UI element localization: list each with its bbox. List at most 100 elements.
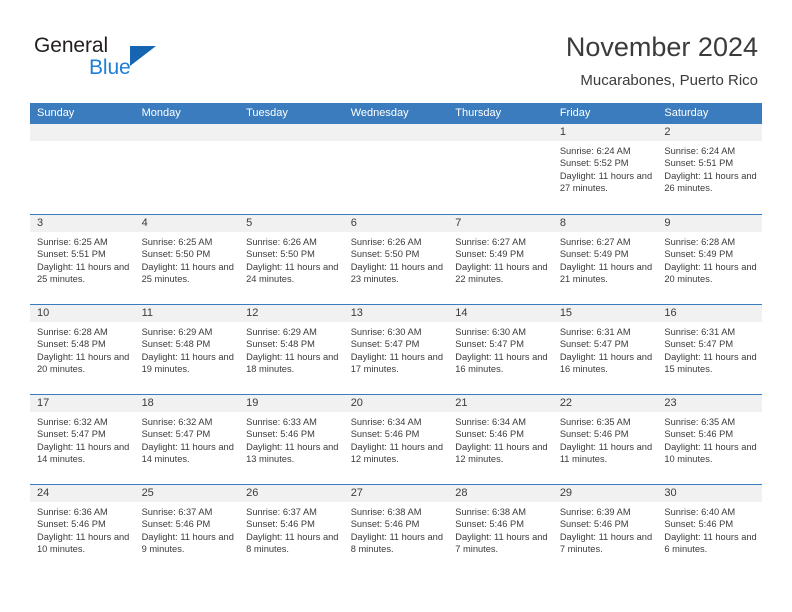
sunset-text: Sunset: 5:47 PM [559,339,629,350]
day-cell-12[interactable]: 12 Sunrise: 6:29 AM Sunset: 5:48 PM Dayligh… [239,305,344,394]
calendar-week-row: 24 Sunrise: 6:36 AM Sunset: 5:46 PM Dayligh… [30,484,762,574]
day-number: 1 [552,124,658,141]
day-details: Sunrise: 6:24 AM Sunset: 5:51 PM Daylight:… [657,141,762,195]
day-number: 19 [239,395,344,412]
sunrise-text: Sunrise: 6:24 AM [664,146,736,156]
daylight-text: Daylight: 11 hours and 6 minutes. [664,531,757,555]
daylight-text: Daylight: 11 hours and 12 minutes. [350,441,444,465]
day-number: 21 [448,395,553,412]
daylight-text: Daylight: 11 hours and 10 minutes. [37,531,130,555]
sunset-text: Sunset: 5:47 PM [37,429,106,440]
day-cell-9[interactable]: 9 Sunrise: 6:28 AM Sunset: 5:49 PM Daylight… [657,215,762,304]
day-number: 24 [30,485,135,502]
daylight-text: Daylight: 11 hours and 26 minutes. [664,170,757,194]
day-cell-14[interactable]: 14 Sunrise: 6:30 AM Sunset: 5:47 PM Dayligh… [448,305,553,394]
sunrise-text: Sunrise: 6:24 AM [559,146,631,156]
title-block: November 2024 Mucarabones, Puerto Rico [566,30,758,90]
day-cell-1[interactable]: 1 Sunrise: 6:24 AM Sunset: 5:52 PM Daylight… [552,124,658,213]
day-cell-21[interactable]: 21 Sunrise: 6:34 AM Sunset: 5:46 PM Dayligh… [448,395,553,484]
day-cell-27[interactable]: 27 Sunrise: 6:38 AM Sunset: 5:46 PM Dayligh… [343,485,449,574]
day-cell-4[interactable]: 4 Sunrise: 6:25 AM Sunset: 5:50 PM Daylight… [134,215,240,304]
day-cell-3[interactable]: 3 Sunrise: 6:25 AM Sunset: 5:51 PM Daylight… [30,215,135,304]
day-cell-empty [30,124,135,213]
daylight-text: Daylight: 11 hours and 8 minutes. [246,531,339,555]
sunrise-text: Sunrise: 6:34 AM [350,417,422,427]
day-cell-empty [134,124,240,213]
day-details: Sunrise: 6:36 AM Sunset: 5:46 PM Daylight:… [30,502,135,556]
daylight-text: Daylight: 11 hours and 8 minutes. [350,531,444,555]
day-cell-30[interactable]: 30 Sunrise: 6:40 AM Sunset: 5:46 PM Dayligh… [657,485,762,574]
sunrise-text: Sunrise: 6:26 AM [350,237,422,247]
sunset-text: Sunset: 5:50 PM [141,249,211,260]
day-cell-22[interactable]: 22 Sunrise: 6:35 AM Sunset: 5:46 PM Dayligh… [552,395,658,484]
day-details: Sunrise: 6:29 AM Sunset: 5:48 PM Daylight:… [239,322,344,376]
daylight-text: Daylight: 11 hours and 16 minutes. [559,351,653,375]
day-details: Sunrise: 6:25 AM Sunset: 5:51 PM Daylight:… [30,232,135,286]
day-number [239,124,344,141]
day-number [448,124,553,141]
day-cell-6[interactable]: 6 Sunrise: 6:26 AM Sunset: 5:50 PM Daylight… [343,215,449,304]
calendar-grid: Sunday Monday Tuesday Wednesday Thursday Frid… [30,103,762,574]
sunrise-text: Sunrise: 6:34 AM [455,417,527,427]
day-cell-10[interactable]: 10 Sunrise: 6:28 AM Sunset: 5:48 PM Dayligh… [30,305,135,394]
day-cell-16[interactable]: 16 Sunrise: 6:31 AM Sunset: 5:47 PM Dayligh… [657,305,762,394]
day-cell-5[interactable]: 5 Sunrise: 6:26 AM Sunset: 5:50 PM Daylight… [239,215,344,304]
sunrise-text: Sunrise: 6:31 AM [559,327,631,337]
daylight-text: Daylight: 11 hours and 9 minutes. [141,531,234,555]
day-details: Sunrise: 6:40 AM Sunset: 5:46 PM Daylight:… [657,502,762,556]
sunset-text: Sunset: 5:48 PM [141,339,211,350]
sunrise-text: Sunrise: 6:28 AM [37,327,108,337]
sunrise-text: Sunrise: 6:35 AM [559,417,631,427]
day-number: 14 [448,305,553,322]
day-cell-25[interactable]: 25 Sunrise: 6:37 AM Sunset: 5:46 PM Dayligh… [134,485,240,574]
weekday-header-friday: Friday [559,107,591,119]
daylight-text: Daylight: 11 hours and 24 minutes. [246,261,339,285]
day-cell-20[interactable]: 20 Sunrise: 6:34 AM Sunset: 5:46 PM Dayligh… [343,395,449,484]
day-cell-15[interactable]: 15 Sunrise: 6:31 AM Sunset: 5:47 PM Dayligh… [552,305,658,394]
day-details [344,141,449,145]
day-number: 16 [657,305,762,322]
day-cell-24[interactable]: 24 Sunrise: 6:36 AM Sunset: 5:46 PM Dayligh… [30,485,135,574]
daylight-text: Daylight: 11 hours and 16 minutes. [455,351,548,375]
sunrise-text: Sunrise: 6:40 AM [664,507,736,517]
day-number: 5 [239,215,344,232]
sunrise-text: Sunrise: 6:28 AM [664,237,736,247]
day-cell-13[interactable]: 13 Sunrise: 6:30 AM Sunset: 5:47 PM Dayligh… [343,305,449,394]
sunset-text: Sunset: 5:50 PM [350,249,420,260]
day-cell-17[interactable]: 17 Sunrise: 6:32 AM Sunset: 5:47 PM Dayligh… [30,395,135,484]
weekday-header-sunday: Sunday [37,107,75,119]
day-cell-29[interactable]: 29 Sunrise: 6:39 AM Sunset: 5:46 PM Dayligh… [552,485,658,574]
sunset-text: Sunset: 5:48 PM [37,339,106,350]
sunset-text: Sunset: 5:46 PM [559,519,629,530]
sunset-text: Sunset: 5:49 PM [559,249,629,260]
day-details: Sunrise: 6:39 AM Sunset: 5:46 PM Daylight:… [553,502,658,556]
day-cell-28[interactable]: 28 Sunrise: 6:38 AM Sunset: 5:46 PM Dayligh… [448,485,553,574]
day-details: Sunrise: 6:32 AM Sunset: 5:47 PM Daylight:… [135,412,240,466]
sunrise-text: Sunrise: 6:25 AM [141,237,213,247]
daylight-text: Daylight: 11 hours and 13 minutes. [246,441,339,465]
sunset-text: Sunset: 5:46 PM [350,519,420,530]
day-cell-23[interactable]: 23 Sunrise: 6:35 AM Sunset: 5:46 PM Dayligh… [657,395,762,484]
day-cell-11[interactable]: 11 Sunrise: 6:29 AM Sunset: 5:48 PM Dayligh… [134,305,240,394]
day-number [134,124,240,141]
day-cell-18[interactable]: 18 Sunrise: 6:32 AM Sunset: 5:47 PM Dayligh… [134,395,240,484]
daylight-text: Daylight: 11 hours and 25 minutes. [141,261,234,285]
day-number: 28 [448,485,553,502]
sunset-text: Sunset: 5:51 PM [664,158,734,169]
logo-text-blue: Blue [89,56,131,79]
day-details: Sunrise: 6:25 AM Sunset: 5:50 PM Daylight:… [135,232,240,286]
day-cell-2[interactable]: 2 Sunrise: 6:24 AM Sunset: 5:51 PM Daylight… [657,124,762,213]
day-cell-26[interactable]: 26 Sunrise: 6:37 AM Sunset: 5:46 PM Dayligh… [239,485,344,574]
day-cell-8[interactable]: 8 Sunrise: 6:27 AM Sunset: 5:49 PM Daylight… [552,215,658,304]
sunset-text: Sunset: 5:46 PM [559,429,629,440]
sunset-text: Sunset: 5:48 PM [246,339,315,350]
sunrise-text: Sunrise: 6:33 AM [246,417,317,427]
sunrise-text: Sunrise: 6:27 AM [559,237,631,247]
general-blue-logo[interactable]: General Blue [34,33,174,83]
weekday-header-thursday: Thursday [455,107,502,119]
sunset-text: Sunset: 5:47 PM [350,339,420,350]
day-number: 8 [552,215,658,232]
day-cell-7[interactable]: 7 Sunrise: 6:27 AM Sunset: 5:49 PM Daylight… [448,215,553,304]
day-cell-19[interactable]: 19 Sunrise: 6:33 AM Sunset: 5:46 PM Dayligh… [239,395,344,484]
sunset-text: Sunset: 5:46 PM [455,519,524,530]
